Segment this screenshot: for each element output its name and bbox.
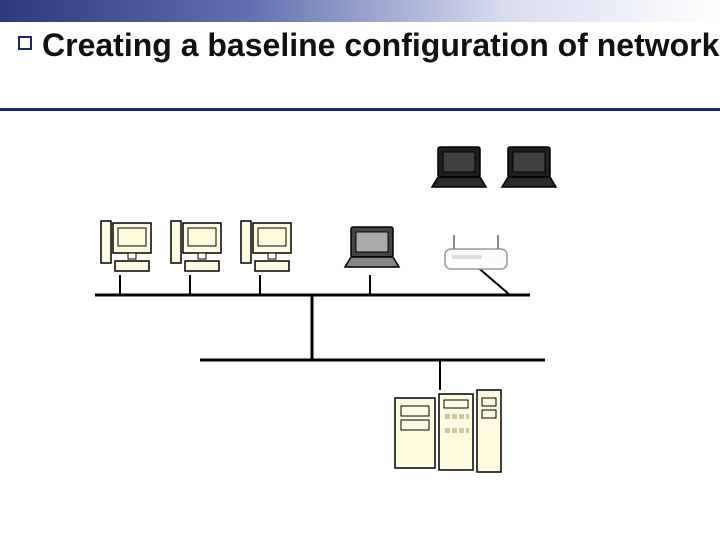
slide-title: Creating a baseline configuration of net…	[42, 26, 719, 64]
title-bullet-icon	[18, 36, 32, 50]
workstation-icon	[101, 221, 151, 271]
server-cluster	[395, 390, 501, 472]
slide: Creating a baseline configuration of net…	[0, 0, 720, 540]
workstation-icon	[241, 221, 291, 271]
title-underline	[0, 108, 720, 111]
network-diagram	[0, 115, 720, 535]
laptop-dark-icon	[432, 147, 486, 187]
server-icon	[395, 398, 435, 468]
server-icon	[439, 394, 473, 470]
header-gradient	[0, 0, 720, 22]
wireless-router-icon	[445, 235, 507, 269]
laptop-dark-icon	[502, 147, 556, 187]
server-icon	[477, 390, 501, 472]
laptop-gray-icon	[345, 227, 399, 267]
workstation-icon	[171, 221, 221, 271]
